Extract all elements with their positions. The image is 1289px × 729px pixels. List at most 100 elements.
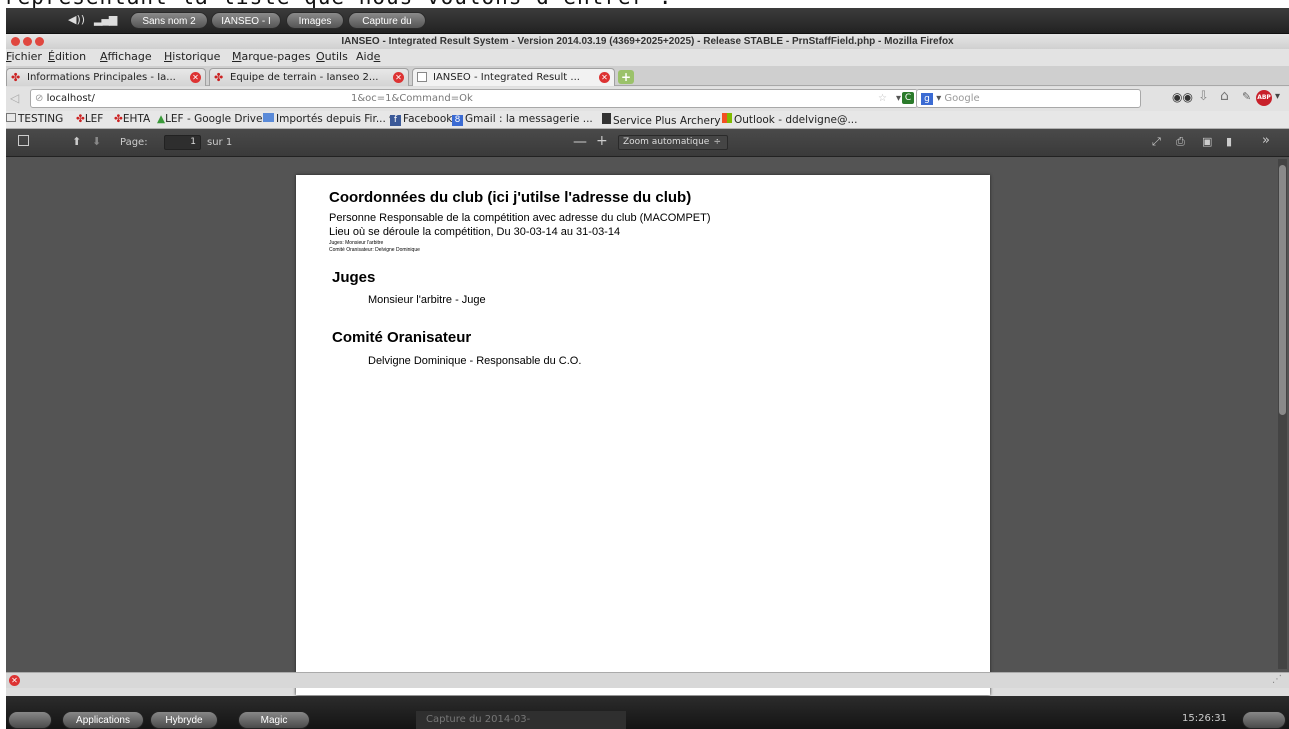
bookmark-lef-google-drive[interactable]: ▲LEF - Google Drive bbox=[157, 113, 262, 125]
binoculars-icon[interactable]: ◉◉ bbox=[1172, 90, 1193, 104]
zoom-value: Zoom automatique bbox=[623, 137, 710, 147]
download-pdf-icon[interactable]: ▣ bbox=[1202, 135, 1212, 148]
tray-orb-button[interactable] bbox=[1242, 711, 1286, 729]
taskbar-item-images[interactable]: Images bbox=[286, 12, 344, 29]
system-bottom-panel: Applications Hybryde Magic Capture du 20… bbox=[6, 696, 1289, 729]
club-heading: Coordonnées du club (ici j'utilse l'adre… bbox=[329, 189, 692, 206]
taskbar-item-sans-nom[interactable]: Sans nom 2 bbox=[130, 12, 208, 29]
menu-accesskey: O bbox=[316, 50, 325, 63]
menu-accesskey: É bbox=[48, 50, 55, 63]
taskbar-item-ianseo[interactable]: IANSEO - I bbox=[211, 12, 281, 29]
menu-label: arque-pages bbox=[241, 50, 311, 63]
pdf-viewport[interactable]: Coordonnées du club (ici j'utilse l'adre… bbox=[6, 157, 1289, 695]
bookmark-outlook[interactable]: Outlook - ddelvigne@... bbox=[722, 113, 857, 126]
bookmark-label: Importés depuis Fir... ▾ bbox=[276, 113, 395, 125]
menu-label: ichier bbox=[11, 50, 42, 63]
tab-ianseo-active[interactable]: IANSEO - Integrated Result ... ✕ bbox=[412, 68, 615, 86]
home-icon[interactable]: ⌂ bbox=[1220, 88, 1229, 104]
bookmark-testing[interactable]: TESTING bbox=[6, 113, 63, 125]
page-number-input[interactable]: 1 bbox=[164, 135, 201, 150]
bookmark-importes[interactable]: Importés depuis Fir... ▾ bbox=[263, 113, 394, 125]
url-host: localhost/ bbox=[46, 93, 95, 104]
magic-button[interactable]: Magic bbox=[238, 711, 310, 729]
bookmark-ehta[interactable]: ✤EHTA bbox=[114, 113, 150, 125]
adblock-dropdown-icon[interactable]: ▾ bbox=[1275, 91, 1280, 102]
close-tab-icon[interactable]: ✕ bbox=[393, 72, 404, 83]
judges-title: Juges bbox=[332, 269, 376, 286]
applications-button[interactable]: Applications bbox=[62, 711, 144, 729]
maximize-window-icon[interactable] bbox=[35, 37, 44, 46]
search-bar[interactable]: g ▾ Google bbox=[916, 89, 1141, 108]
select-arrows-icon: ÷ bbox=[713, 137, 721, 147]
page-label: Page: bbox=[120, 137, 148, 148]
small-judges-line: Juges: Monsieur l'arbitre bbox=[329, 240, 384, 246]
fullscreen-icon[interactable]: ⤢ bbox=[1152, 135, 1161, 149]
navigation-toolbar: ◁ ⊘ localhost/ 1&oc=1&Command=Ok ☆ ▾ C g… bbox=[6, 87, 1289, 111]
tab-label: Informations Principales - Ia... bbox=[27, 72, 176, 83]
menu-label: Aid bbox=[356, 50, 374, 63]
screen: représentant la liste que nous voulons d… bbox=[0, 0, 1289, 729]
url-dropdown-icon[interactable]: ▾ bbox=[896, 90, 901, 107]
menu-outils[interactable]: Outils bbox=[316, 50, 348, 63]
search-engine-dropdown-icon[interactable]: ▾ bbox=[936, 93, 941, 104]
tab-label: IANSEO - Integrated Result ... bbox=[433, 72, 580, 83]
print-icon[interactable]: ⎙ bbox=[1176, 135, 1185, 149]
puzzle-icon[interactable]: ✎ bbox=[1242, 90, 1251, 103]
volume-icon[interactable]: ◀)) bbox=[68, 13, 85, 26]
bookmark-service-plus-archery[interactable]: Service Plus Archery bbox=[602, 113, 721, 127]
menu-fichier[interactable]: Fichier bbox=[6, 50, 42, 63]
close-tab-icon[interactable]: ✕ bbox=[599, 72, 610, 83]
bookmark-lef[interactable]: ✤LEF bbox=[76, 113, 103, 125]
site-identity-icon: ⊘ bbox=[35, 93, 44, 104]
menu-affichage[interactable]: Affichage bbox=[100, 50, 152, 63]
network-signal-icon[interactable]: ▂▄▆ bbox=[94, 13, 117, 26]
blank-page-icon bbox=[417, 72, 427, 82]
minimize-window-icon[interactable] bbox=[23, 37, 32, 46]
bookmark-gmail[interactable]: 8 Gmail : la messagerie ... bbox=[452, 113, 593, 126]
menu-accesskey: M bbox=[232, 50, 242, 63]
menu-edition[interactable]: Édition bbox=[48, 50, 86, 63]
start-orb-button[interactable] bbox=[8, 711, 52, 729]
tab-informations-principales[interactable]: ✤ Informations Principales - Ia... ✕ bbox=[6, 68, 206, 86]
bookmark-label: EHTA bbox=[122, 113, 151, 125]
sidebar-toggle-icon[interactable] bbox=[18, 135, 29, 146]
menu-marque-pages[interactable]: Marque-pages bbox=[232, 50, 310, 63]
scrollbar-thumb[interactable] bbox=[1279, 165, 1286, 415]
menu-accesskey: e bbox=[373, 50, 381, 63]
search-placeholder: Google bbox=[944, 93, 980, 104]
bookmark-label: Outlook - ddelvigne@... bbox=[734, 114, 858, 126]
bookmark-star-icon[interactable]: ☆ bbox=[878, 90, 887, 107]
tools-menu-icon[interactable]: » bbox=[1262, 133, 1270, 148]
hybryde-button[interactable]: Hybryde bbox=[150, 711, 218, 729]
folder-icon bbox=[6, 113, 16, 122]
taskbar-item-capture[interactable]: Capture du bbox=[348, 12, 426, 29]
bookmark-label: Facebook bbox=[403, 113, 453, 125]
resize-grip-icon[interactable]: ⋰ bbox=[1272, 674, 1282, 685]
tab-equipe-de-terrain[interactable]: ✤ Equipe de terrain - Ianseo 2... ✕ bbox=[209, 68, 409, 86]
reload-icon[interactable]: C bbox=[902, 92, 914, 104]
back-arrow-icon[interactable]: ◁ bbox=[10, 91, 19, 105]
new-tab-button[interactable]: + bbox=[618, 70, 634, 84]
close-tab-icon[interactable]: ✕ bbox=[190, 72, 201, 83]
clock: 15:26:31 bbox=[1182, 713, 1227, 724]
firefox-window: IANSEO - Integrated Result System - Vers… bbox=[6, 34, 1289, 696]
download-icon[interactable]: ⇩ bbox=[1198, 89, 1209, 104]
google-icon[interactable]: g bbox=[921, 93, 933, 105]
menu-label: dition bbox=[54, 50, 87, 63]
menu-historique[interactable]: Historique bbox=[164, 50, 220, 63]
zoom-out-icon[interactable]: — bbox=[573, 134, 587, 150]
location-dates-line: Lieu où se déroule la compétition, Du 30… bbox=[329, 226, 621, 238]
zoom-in-icon[interactable]: + bbox=[596, 133, 608, 149]
vertical-scrollbar[interactable] bbox=[1278, 159, 1287, 669]
close-window-icon[interactable] bbox=[11, 37, 20, 46]
bookmark-facebook[interactable]: f Facebook bbox=[390, 113, 452, 126]
previous-page-icon[interactable]: ⬆ bbox=[72, 135, 81, 148]
url-bar[interactable]: ⊘ localhost/ 1&oc=1&Command=Ok ☆ ▾ C bbox=[30, 89, 918, 108]
taskbar-window-hint[interactable]: Capture du 2014-03- bbox=[416, 711, 626, 729]
close-statusbar-icon[interactable]: ✕ bbox=[9, 675, 20, 686]
next-page-icon[interactable]: ⬇ bbox=[92, 135, 101, 148]
menu-aide[interactable]: Aide bbox=[356, 50, 380, 63]
adblock-icon[interactable]: ABP bbox=[1256, 90, 1272, 106]
bookmark-icon[interactable]: ▮ bbox=[1226, 135, 1232, 148]
zoom-select[interactable]: Zoom automatique ÷ bbox=[618, 135, 728, 150]
